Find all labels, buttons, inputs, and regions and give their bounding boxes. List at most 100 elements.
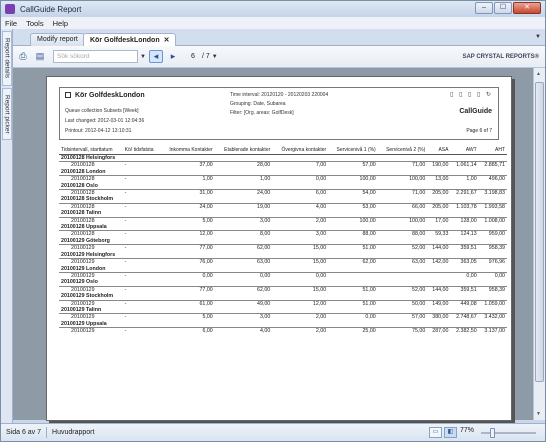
table-cell: 100,00 — [377, 216, 428, 225]
tab-report-details[interactable]: Report details — [2, 31, 12, 86]
table-cell: 1.059,00 — [478, 299, 507, 307]
tab-modify-report[interactable]: Modify report — [30, 33, 85, 46]
chevron-down-icon[interactable]: ▼ — [140, 54, 146, 60]
report-icon — [65, 92, 71, 99]
export-icon[interactable]: ▤ — [33, 50, 47, 63]
menu-bar: File Tools Help — [1, 17, 545, 29]
table-cell: 3,00 — [272, 230, 329, 238]
zoom-slider-handle[interactable] — [490, 428, 496, 438]
table-cell: 190,00 — [427, 161, 451, 169]
menu-file[interactable]: File — [5, 19, 17, 28]
column-header: Övergivna kontakter — [272, 147, 329, 155]
search-input[interactable]: Sök sökord — [53, 50, 138, 63]
table-cell: 57,00 — [328, 161, 378, 169]
table-cell: 0,00 — [272, 175, 329, 183]
table-cell: - — [122, 175, 161, 183]
fit-page-icon[interactable]: ▭ — [429, 427, 442, 438]
table-cell: 20100129 — [59, 271, 123, 280]
table-row: 20100129-76,00 63,00 15,00 62,00 63,00 142,00… — [59, 258, 507, 266]
table-row: 20100128-1,00 1,00 0,00 100,00 100,00 13,00 1,… — [59, 175, 507, 183]
table-cell: 3,00 — [214, 313, 273, 321]
table-cell: 1.993,58 — [478, 202, 507, 211]
group-label: 20100129 London — [61, 265, 106, 272]
table-cell: 59,33 — [427, 230, 451, 238]
menu-tools[interactable]: Tools — [26, 19, 44, 28]
table-cell: 380,00 — [427, 313, 451, 321]
close-button[interactable]: ✕ — [513, 2, 541, 14]
column-header: ASA — [427, 147, 451, 155]
tab-run-report[interactable]: Kör GolfdeskLondon ✕ — [83, 33, 177, 46]
table-cell: 53,00 — [328, 202, 378, 211]
table-row: 20100129-77,00 62,00 15,00 51,00 52,00 144,00… — [59, 285, 507, 294]
column-header: Inkomma Kontakter — [160, 147, 215, 155]
table-cell: 3.198,83 — [478, 189, 507, 197]
column-header: Servicenivå 2 (%) — [377, 147, 428, 155]
table-cell: 20100128 — [59, 202, 123, 211]
table-cell: 359,51 — [450, 244, 479, 252]
table-cell: 88,00 — [377, 230, 428, 238]
table-row: 20100129-0,00 0,00 0,00 0,00 0,00 — [59, 271, 507, 280]
app-icon — [5, 4, 15, 14]
table-row: 20100128-37,00 28,00 7,00 57,00 71,00 190,00 1… — [59, 161, 507, 169]
table-cell: 100,00 — [328, 216, 378, 225]
table-cell: 20100128 — [59, 175, 123, 183]
table-cell: 12,00 — [160, 230, 215, 238]
group-row: 20100129 Stockholm — [59, 293, 507, 300]
chevron-down-icon[interactable]: ▼ — [212, 54, 218, 60]
table-row: 20100128-5,00 3,00 2,00 100,00 100,00 17,00 12… — [59, 216, 507, 225]
tab-list-dropdown[interactable]: ▼ — [535, 34, 541, 40]
table-cell: 62,00 — [328, 258, 378, 266]
header-icons: ▯ ▯ ▯ ▯ ↻ — [450, 92, 493, 98]
table-cell: - — [122, 189, 161, 197]
divider — [46, 427, 48, 438]
minimize-button[interactable]: – — [475, 2, 493, 14]
tab-label: Kör GolfdeskLondon — [90, 37, 160, 44]
status-section: Huvudrapport — [52, 429, 95, 436]
table-cell: 20100128 — [59, 230, 123, 238]
next-page-icon[interactable]: ▸ — [166, 50, 180, 63]
table-cell: 66,00 — [377, 202, 428, 211]
table-cell: 51,00 — [328, 285, 378, 294]
table-cell: 0,00 — [214, 271, 273, 280]
scroll-thumb[interactable] — [535, 82, 544, 382]
group-row: 20100128 Stockholm — [59, 196, 507, 203]
zoom-slider[interactable] — [481, 428, 536, 438]
scroll-up-icon[interactable]: ▲ — [536, 71, 541, 77]
printout-time: Printout: 2012-04-12 13:10:31 — [65, 128, 132, 134]
tab-report-picker[interactable]: Report picker — [2, 88, 12, 140]
filter: Filter: [Org. areas: GolfDesk] — [230, 110, 294, 116]
table-cell: 25,00 — [328, 327, 378, 335]
group-row: 20100129 Göteborg — [59, 238, 507, 245]
table-cell: 149,00 — [427, 299, 451, 307]
vertical-scrollbar[interactable]: ▲ ▼ — [533, 68, 545, 420]
table-cell: 128,00 — [450, 216, 479, 225]
print-icon[interactable]: ⎙ — [16, 50, 30, 63]
prev-page-icon[interactable]: ◂ — [148, 50, 163, 63]
group-row: 20100129 Talinn — [59, 307, 507, 314]
close-icon[interactable]: ✕ — [164, 37, 170, 44]
table-cell: 20100128 — [59, 189, 123, 197]
table-cell: 15,00 — [272, 244, 329, 252]
table-cell: 17,00 — [427, 216, 451, 225]
table-cell: 54,00 — [328, 189, 378, 197]
table-cell: 63,00 — [214, 258, 273, 266]
table-cell: 976,96 — [478, 258, 507, 266]
fit-width-icon[interactable]: ◧ — [444, 427, 457, 438]
table-cell: 496,00 — [478, 175, 507, 183]
maximize-button[interactable]: ☐ — [494, 2, 512, 14]
table-cell: 24,00 — [214, 189, 273, 197]
scroll-down-icon[interactable]: ▼ — [536, 411, 541, 417]
report-table: Tidsintervall, starttatum Kö/ tidsfatsta I… — [59, 147, 507, 335]
table-cell: 20100129 — [59, 244, 123, 252]
table-cell: 1,00 — [214, 175, 273, 183]
last-changed: Last changed: 2012-03-01 12:04:36 — [65, 118, 145, 124]
table-cell: 3.432,00 — [478, 313, 507, 321]
table-cell: 20100129 — [59, 313, 123, 321]
table-cell: - — [122, 285, 161, 294]
menu-help[interactable]: Help — [53, 19, 68, 28]
table-cell: 37,00 — [160, 161, 215, 169]
report-viewer[interactable]: Kör GolfdeskLondon Queue collection Subs… — [13, 68, 533, 421]
table-cell: 1.008,00 — [478, 216, 507, 225]
page-number-input[interactable]: 6 — [186, 51, 200, 63]
group-label: 20100128 Stockholm — [61, 196, 114, 203]
